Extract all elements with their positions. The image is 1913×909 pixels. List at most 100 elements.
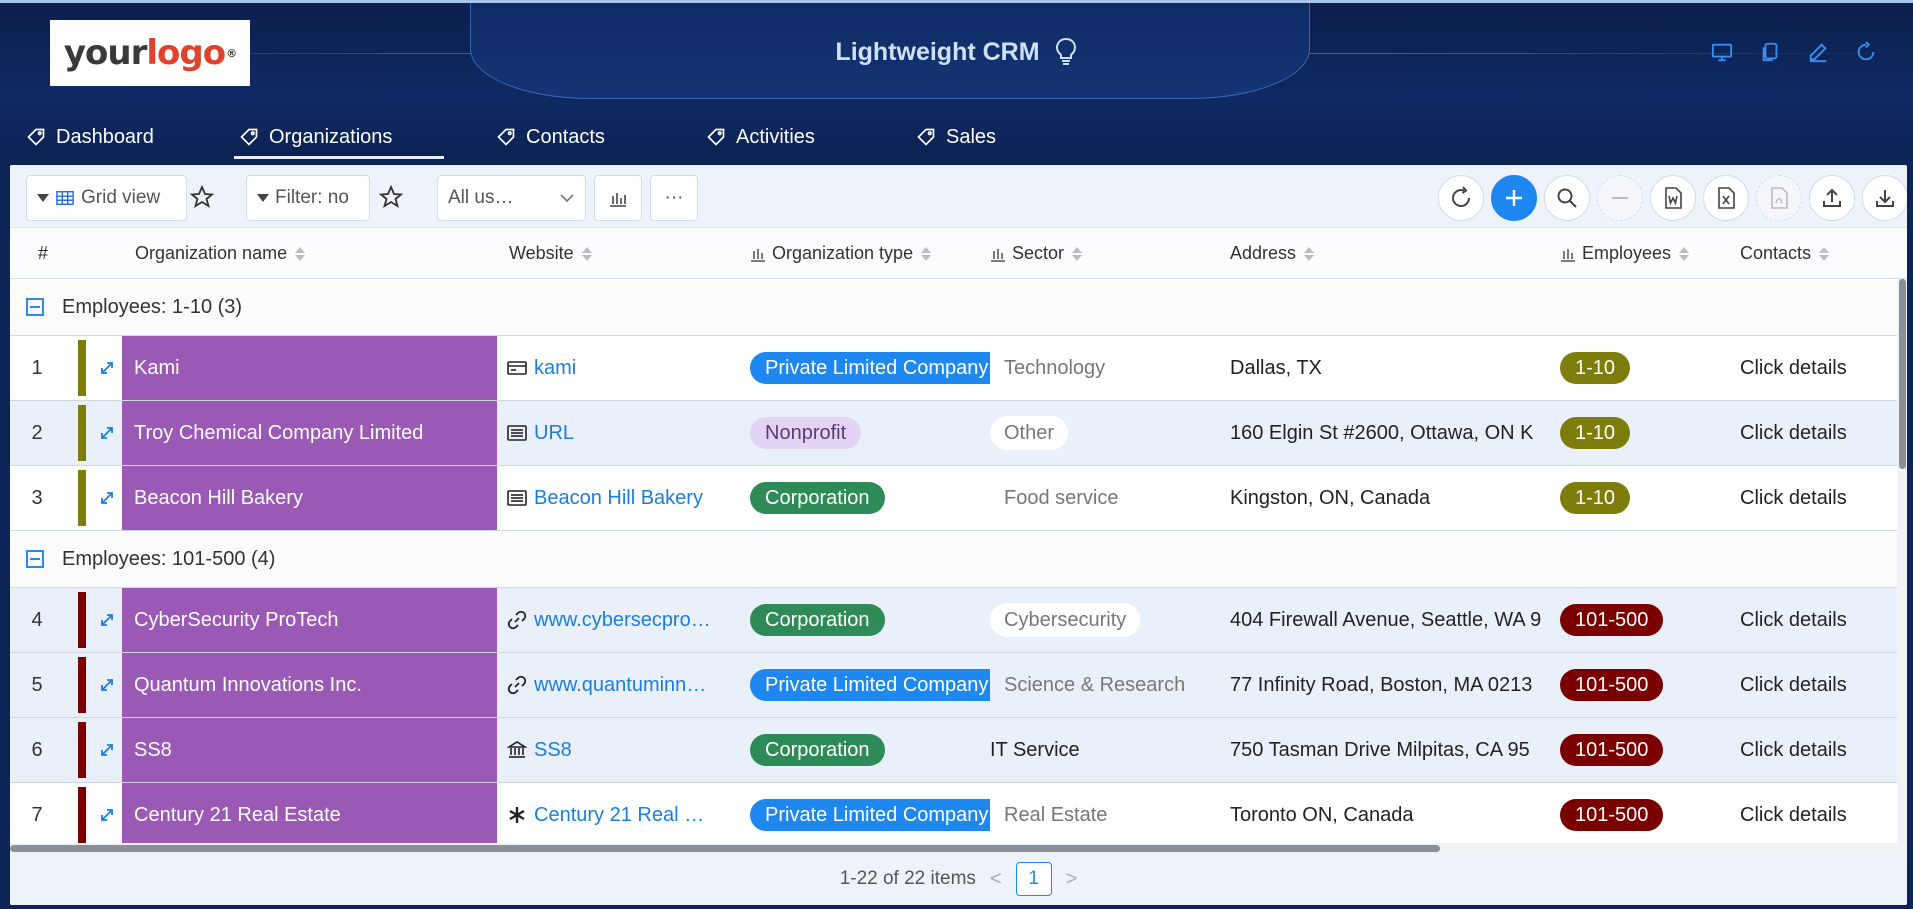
- contacts-link[interactable]: Click details: [1740, 336, 1907, 400]
- sort-icon[interactable]: [1819, 246, 1830, 261]
- address: Kingston, ON, Canada: [1230, 486, 1431, 509]
- sort-icon[interactable]: [1304, 246, 1315, 261]
- tab-organizations[interactable]: Organizations: [213, 113, 470, 161]
- website-link[interactable]: URL: [507, 401, 737, 465]
- favorite-filter-star-icon[interactable]: [379, 185, 403, 209]
- sort-icon[interactable]: [1679, 246, 1690, 261]
- filter-label: Filter: no: [275, 187, 349, 208]
- table-row[interactable]: 1 Kami kami Private Limited Company Tech…: [10, 336, 1907, 401]
- favorite-view-star-icon[interactable]: [190, 185, 214, 209]
- more-options-button[interactable]: ···: [650, 175, 698, 221]
- header-employees[interactable]: Employees: [1560, 228, 1690, 279]
- contacts-link[interactable]: Click details: [1740, 783, 1907, 847]
- tab-dashboard[interactable]: Dashboard: [0, 113, 213, 161]
- desktop-icon[interactable]: [1711, 41, 1733, 63]
- chart-button[interactable]: [594, 175, 642, 221]
- table-row[interactable]: 6 SS8 SS8 Corporation IT Service 750 Tas…: [10, 718, 1907, 783]
- search-icon: [1557, 188, 1577, 208]
- sort-icon[interactable]: [581, 246, 592, 261]
- grid-view-dropdown[interactable]: Grid view: [26, 175, 187, 221]
- table-row[interactable]: 5 Quantum Innovations Inc. www.quantumin…: [10, 653, 1907, 718]
- sort-icon[interactable]: [1072, 246, 1083, 261]
- plus-icon: [1506, 190, 1522, 206]
- contacts-link[interactable]: Click details: [1740, 401, 1907, 465]
- sort-icon[interactable]: [295, 246, 306, 261]
- tab-contacts[interactable]: Contacts: [470, 113, 680, 161]
- filter-dropdown[interactable]: Filter: no: [246, 175, 370, 221]
- next-page-button[interactable]: >: [1066, 868, 1078, 891]
- link-icon: [507, 610, 527, 630]
- organization-name: SS8: [122, 718, 497, 782]
- expand-row-button[interactable]: [90, 401, 124, 465]
- upload-button[interactable]: [1809, 175, 1855, 221]
- header-sector[interactable]: Sector: [990, 228, 1083, 279]
- website-link[interactable]: Century 21 Real …: [507, 783, 737, 847]
- edit-icon[interactable]: [1807, 41, 1829, 63]
- header-address-label: Address: [1230, 243, 1297, 263]
- horizontal-scroll-thumb[interactable]: [10, 845, 1440, 852]
- group-label: Employees: 101-500 (4): [62, 547, 276, 570]
- export-pdf-button[interactable]: [1756, 175, 1802, 221]
- expand-row-button[interactable]: [90, 718, 124, 782]
- table-row[interactable]: 7 Century 21 Real Estate Century 21 Real…: [10, 783, 1907, 848]
- table-row[interactable]: 2 Troy Chemical Company Limited URL Nonp…: [10, 401, 1907, 466]
- employees-badge: 101-500: [1560, 734, 1664, 766]
- header-contacts[interactable]: Contacts: [1740, 228, 1830, 279]
- remove-button[interactable]: [1597, 175, 1643, 221]
- header-website[interactable]: Website: [509, 228, 592, 279]
- website-link[interactable]: Beacon Hill Bakery: [507, 466, 737, 530]
- header-organization-name[interactable]: Organization name: [135, 228, 306, 279]
- horizontal-scrollbar[interactable]: [10, 843, 1907, 853]
- lightbulb-icon[interactable]: [1054, 37, 1078, 67]
- header-organization-type[interactable]: Organization type: [750, 228, 932, 279]
- download-button[interactable]: [1862, 175, 1907, 221]
- tab-activities[interactable]: Activities: [680, 113, 890, 161]
- vertical-scrollbar[interactable]: [1897, 279, 1907, 843]
- table-row[interactable]: 4 CyberSecurity ProTech www.cybersecpro……: [10, 588, 1907, 653]
- list-icon: [507, 425, 527, 441]
- row-color-marker: [78, 592, 86, 648]
- sort-icon[interactable]: [921, 246, 932, 261]
- expand-row-button[interactable]: [90, 588, 124, 652]
- copy-icon[interactable]: [1759, 41, 1781, 63]
- asterisk-icon: [509, 807, 525, 823]
- contacts-link[interactable]: Click details: [1740, 588, 1907, 652]
- table-row[interactable]: 3 Beacon Hill Bakery Beacon Hill Bakery …: [10, 466, 1907, 531]
- refresh-icon[interactable]: [1855, 41, 1877, 63]
- header-contacts-label: Contacts: [1740, 243, 1812, 263]
- app-header: your logo ® Lightweight CRM Dashboard Or…: [0, 0, 1913, 161]
- contacts-link[interactable]: Click details: [1740, 653, 1907, 717]
- contacts-link[interactable]: Click details: [1740, 718, 1907, 782]
- export-excel-button[interactable]: [1703, 175, 1749, 221]
- more-options-label: ···: [664, 187, 684, 208]
- address: 404 Firewall Avenue, Seattle, WA 9: [1230, 608, 1542, 631]
- search-button[interactable]: [1544, 175, 1590, 221]
- collapse-group-icon[interactable]: [26, 550, 44, 568]
- export-word-button[interactable]: [1650, 175, 1696, 221]
- website-link[interactable]: www.quantuminn…: [507, 653, 737, 717]
- type-badge: Private Limited Company: [750, 352, 990, 384]
- expand-row-button[interactable]: [90, 653, 124, 717]
- add-organization-button[interactable]: [1491, 175, 1537, 221]
- users-select[interactable]: All us…: [437, 175, 586, 221]
- website-link[interactable]: www.cybersecpro…: [507, 588, 737, 652]
- website-link[interactable]: SS8: [507, 718, 737, 782]
- card-icon: [507, 361, 527, 375]
- contacts-link[interactable]: Click details: [1740, 466, 1907, 530]
- grid-view-label: Grid view: [81, 187, 161, 208]
- collapse-group-icon[interactable]: [26, 298, 44, 316]
- header-name-label: Organization name: [135, 243, 288, 263]
- organization-type: Corporation: [750, 588, 990, 652]
- previous-page-button[interactable]: <: [990, 868, 1002, 891]
- expand-arrows-icon: [101, 809, 113, 821]
- vertical-scroll-thumb[interactable]: [1899, 279, 1906, 469]
- page-number-button[interactable]: 1: [1015, 862, 1052, 896]
- expand-row-button[interactable]: [90, 466, 124, 530]
- employees-badge: 1-10: [1560, 417, 1631, 449]
- website-link[interactable]: kami: [507, 336, 737, 400]
- header-address[interactable]: Address: [1230, 228, 1315, 279]
- expand-row-button[interactable]: [90, 336, 124, 400]
- tab-sales[interactable]: Sales: [890, 113, 1090, 161]
- expand-row-button[interactable]: [90, 783, 124, 847]
- refresh-button[interactable]: [1438, 175, 1484, 221]
